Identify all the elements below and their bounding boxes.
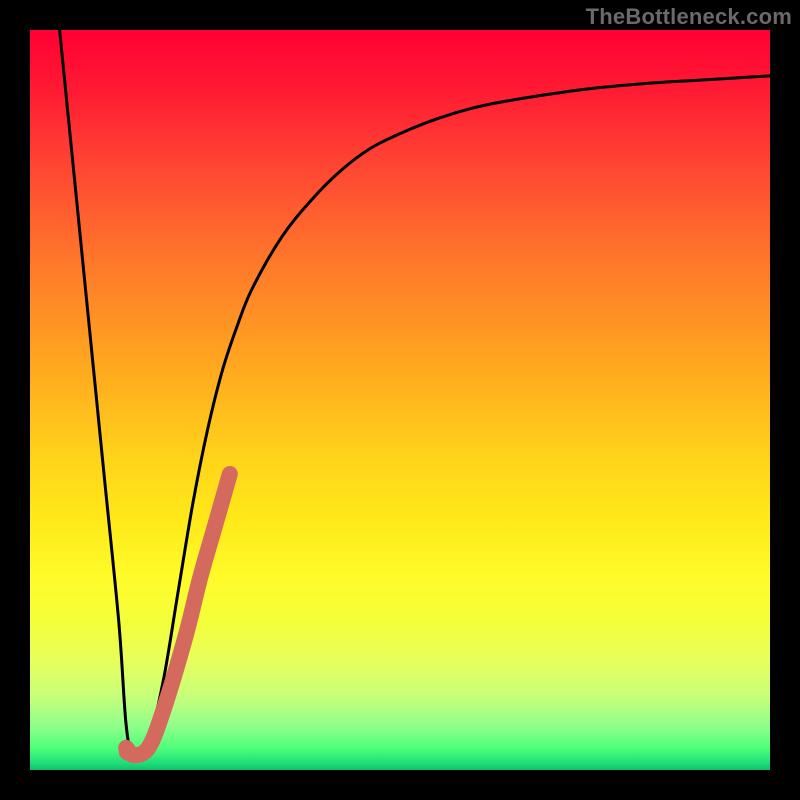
- bottleneck-curve: [60, 30, 770, 756]
- plot-area: [30, 30, 770, 770]
- watermark-text: TheBottleneck.com: [586, 4, 792, 30]
- highlight-segment: [119, 474, 230, 761]
- curve-svg: [30, 30, 770, 770]
- chart-frame: TheBottleneck.com: [0, 0, 800, 800]
